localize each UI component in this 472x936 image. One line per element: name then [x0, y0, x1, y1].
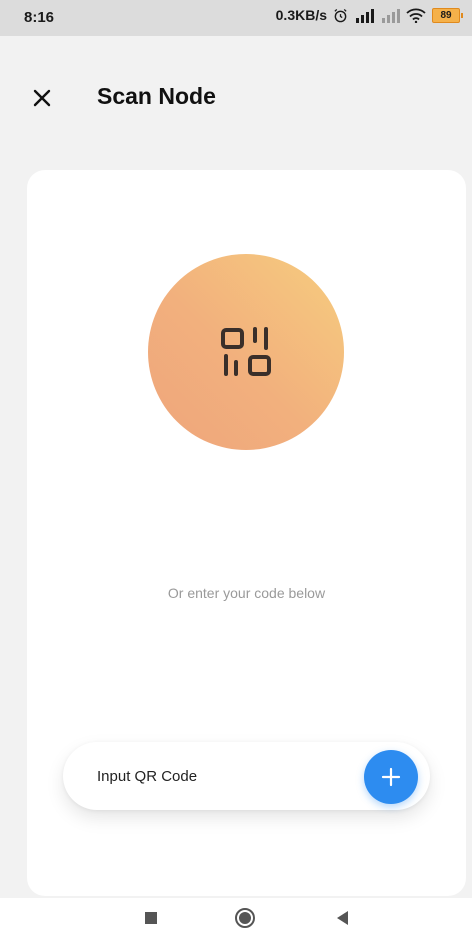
nav-recents-button[interactable] [139, 906, 163, 930]
circle-icon [235, 908, 255, 928]
nav-home-button[interactable] [233, 906, 257, 930]
signal-4g-icon [354, 8, 374, 23]
square-icon [145, 912, 157, 924]
scan-node-screen: 8:16 0.3KB/s 89 Scan Node Or enter your … [0, 0, 472, 936]
network-speed: 0.3KB/s [275, 7, 327, 23]
triangle-back-icon [337, 911, 348, 925]
signal-secondary-icon [380, 8, 400, 23]
close-icon [33, 89, 51, 107]
wifi-icon [406, 8, 426, 23]
system-nav-bar [0, 898, 472, 936]
close-button[interactable] [26, 82, 58, 114]
battery-icon: 89 [432, 7, 463, 23]
page-title: Scan Node [97, 83, 216, 109]
header: Scan Node [0, 70, 472, 126]
scan-qr-button[interactable] [148, 254, 344, 450]
nav-back-button[interactable] [331, 906, 355, 930]
status-indicators: 0.3KB/s 89 [275, 7, 463, 23]
plus-icon [381, 767, 401, 787]
add-code-button[interactable] [364, 750, 418, 804]
qr-code-input-bar [63, 742, 430, 810]
status-bar: 8:16 0.3KB/s 89 [0, 0, 472, 36]
status-time: 8:16 [24, 9, 55, 26]
alarm-icon [333, 8, 348, 23]
qr-code-input[interactable] [97, 762, 347, 790]
qr-scan-icon [221, 327, 271, 376]
scan-card: Or enter your code below [27, 170, 466, 896]
enter-code-hint: Or enter your code below [167, 585, 326, 601]
